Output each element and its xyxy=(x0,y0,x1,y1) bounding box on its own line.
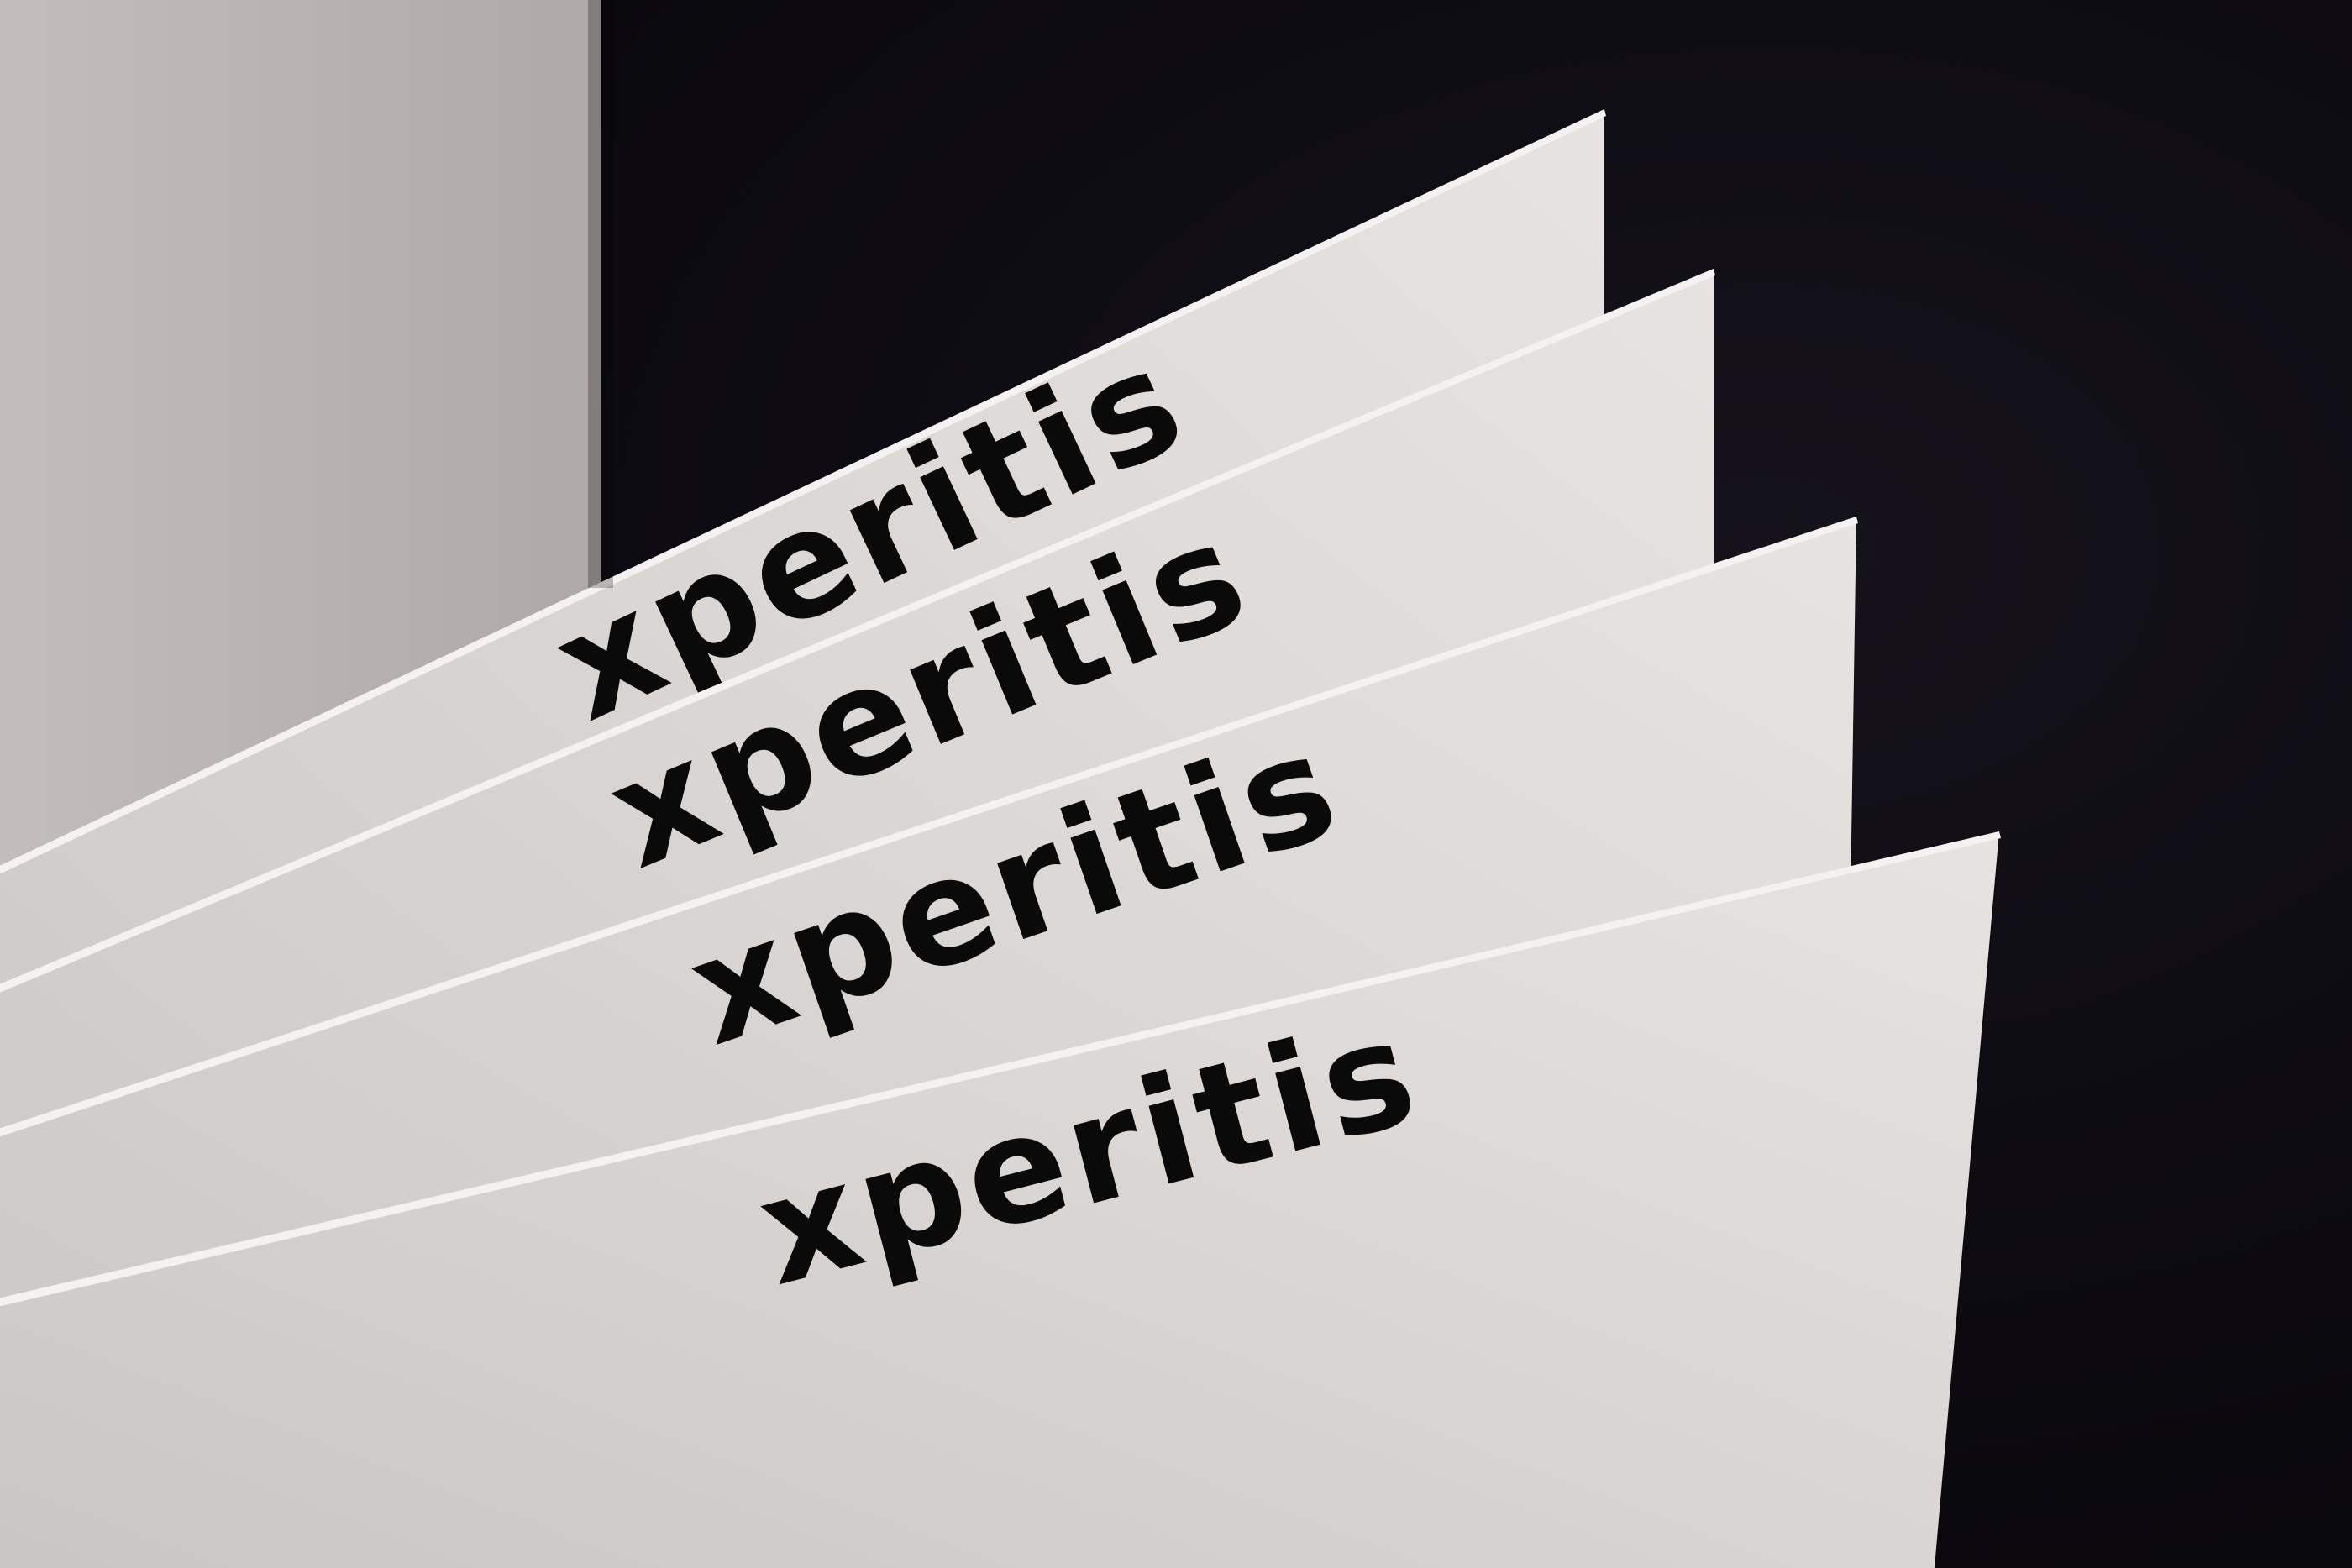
photo-canvas: xperitis xperitis xperitis xperitis xyxy=(0,0,2352,1568)
photo-scene: xperitis xperitis xperitis xperitis xyxy=(0,0,2352,1568)
panel-shadow xyxy=(588,0,613,588)
